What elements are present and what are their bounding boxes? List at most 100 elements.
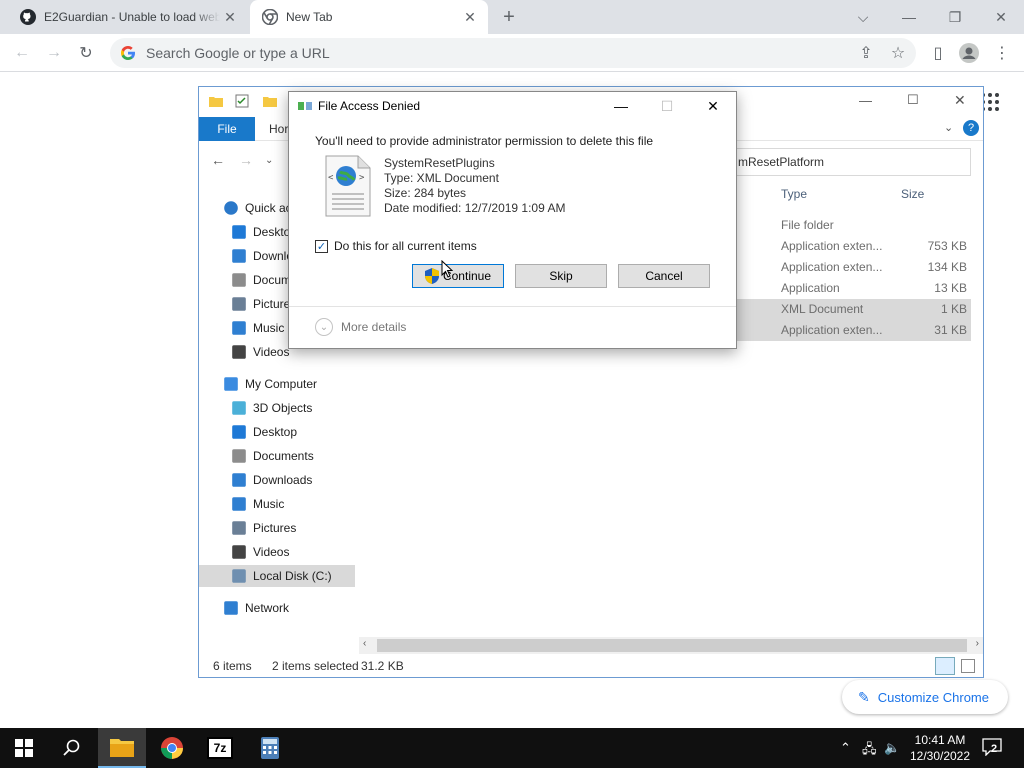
taskbar-7zip[interactable]: 7z [196, 728, 244, 768]
apply-all-checkbox[interactable]: ✓ Do this for all current items [315, 239, 477, 253]
file-row[interactable]: Application exten... 753 KB [735, 236, 971, 257]
file-size-cell: 13 KB [934, 281, 967, 295]
side-panel-icon[interactable]: ▯ [924, 39, 952, 67]
nav-item-label: Docum [253, 273, 292, 287]
explorer-address-bar[interactable]: mResetPlatform [725, 148, 971, 176]
new-tab-plus-icon[interactable]: + [497, 5, 521, 29]
nav-item-label: Music [253, 497, 285, 511]
file-size-cell: 1 KB [940, 302, 967, 316]
explorer-back-icon[interactable]: ← [211, 152, 225, 168]
nav-item[interactable]: 3D Objects [199, 397, 355, 419]
tab-search-chevron-icon[interactable]: ⌵ [848, 4, 878, 30]
nav-item[interactable]: Documents [199, 445, 355, 467]
properties-icon[interactable] [235, 94, 249, 108]
file-size-cell: 31 KB [934, 323, 967, 337]
customize-chrome-button[interactable]: ✎ Customize Chrome [842, 680, 1008, 714]
google-g-icon [120, 45, 136, 61]
cancel-button[interactable]: Cancel [618, 264, 710, 288]
status-bar: 6 items 2 items selected 31.2 KB [199, 655, 983, 677]
taskbar-chrome[interactable] [148, 728, 196, 768]
network-icon[interactable]: 🖧 [862, 740, 877, 762]
nav-item[interactable]: Pictures [199, 517, 355, 539]
calculator-icon [261, 737, 279, 759]
bookmark-star-icon[interactable]: ☆ [884, 39, 912, 67]
large-icons-view-icon[interactable] [961, 659, 975, 673]
start-button[interactable] [0, 728, 48, 768]
restore-icon[interactable]: ❐ [940, 4, 970, 30]
column-header-type[interactable]: Type [781, 187, 807, 201]
file-row[interactable]: Application 13 KB [735, 278, 971, 299]
profile-avatar-icon[interactable] [955, 39, 983, 67]
file-row[interactable]: File folder [735, 215, 971, 236]
taskbar-file-explorer[interactable] [98, 728, 146, 768]
taskbar-search-button[interactable] [48, 728, 96, 768]
scroll-right-icon[interactable]: › [976, 638, 979, 649]
checkmark-icon[interactable]: ✓ [315, 239, 328, 253]
clock[interactable]: 10:41 AM 12/30/2022 [904, 732, 976, 764]
back-arrow-icon[interactable]: ← [8, 39, 36, 67]
taskbar-calculator[interactable] [246, 728, 294, 768]
file-type-cell: File folder [781, 218, 834, 232]
chrome-menu-icon[interactable]: ⋮ [988, 39, 1016, 67]
documents-icon [232, 273, 246, 287]
nav-item[interactable]: My Computer [199, 373, 355, 395]
ribbon-home-tab[interactable]: Hor [269, 122, 288, 136]
nav-item[interactable]: Desktop [199, 421, 355, 443]
explorer-maximize-icon[interactable]: ☐ [907, 92, 919, 108]
help-icon[interactable]: ? [963, 120, 979, 136]
star-icon [224, 201, 238, 215]
tab-new-tab[interactable]: New Tab ✕ [250, 0, 488, 34]
close-window-icon[interactable]: ✕ [986, 4, 1016, 30]
explorer-forward-icon[interactable]: → [239, 152, 253, 168]
scrollbar-thumb[interactable] [377, 639, 967, 652]
horizontal-scrollbar[interactable]: ‹ › [359, 637, 983, 654]
nav-item-label: My Computer [245, 377, 318, 391]
nav-item-label: Music [253, 321, 285, 335]
nav-item[interactable]: Network [199, 597, 355, 619]
nav-item[interactable]: Downloads [199, 469, 355, 491]
nav-item[interactable]: Local Disk (C:) [199, 565, 355, 587]
selected-count: 2 items selected [272, 659, 359, 673]
close-tab-icon[interactable]: ✕ [460, 7, 480, 27]
clock-time: 10:41 AM [914, 733, 966, 747]
file-row[interactable]: Application exten... 134 KB [735, 257, 971, 278]
nav-item-label: Videos [253, 345, 290, 359]
close-tab-icon[interactable]: ✕ [220, 7, 240, 27]
more-details-toggle[interactable]: ⌄ More details [315, 318, 406, 336]
explorer-close-icon[interactable]: ✕ [954, 92, 966, 109]
mouse-cursor-icon [441, 260, 453, 278]
minimize-icon[interactable]: — [894, 4, 924, 30]
ribbon-expand-chevron-icon[interactable]: ⌄ [944, 121, 953, 134]
file-row[interactable]: Application exten... 31 KB [735, 320, 971, 341]
column-header-size[interactable]: Size [901, 187, 924, 201]
download-icon [232, 249, 246, 263]
github-icon [20, 9, 36, 25]
continue-button[interactable]: Continue [412, 264, 504, 288]
computer-icon [224, 377, 238, 391]
scroll-left-icon[interactable]: ‹ [363, 638, 366, 649]
ribbon-file-tab[interactable]: File [199, 117, 255, 141]
dialog-minimize-icon[interactable]: — [601, 94, 641, 118]
share-icon[interactable]: ⇪ [852, 39, 880, 67]
show-hidden-icons-chevron-icon[interactable]: ⌃ [840, 740, 851, 756]
tab-e2guardian[interactable]: E2Guardian - Unable to load web page ✕ [8, 0, 248, 34]
action-center-button[interactable]: 2 [982, 738, 1006, 758]
volume-icon[interactable]: 🔈 [884, 740, 900, 756]
file-type-cell: Application exten... [781, 239, 883, 253]
apply-all-label: Do this for all current items [334, 239, 477, 253]
new-folder-icon[interactable] [263, 94, 277, 108]
omnibox[interactable]: Search Google or type a URL [110, 38, 916, 68]
nav-item[interactable]: Music [199, 493, 355, 515]
file-name: SystemResetPlugins [384, 156, 495, 170]
explorer-minimize-icon[interactable]: — [859, 93, 872, 108]
reload-icon[interactable]: ↻ [72, 39, 100, 67]
recent-locations-icon[interactable]: ⌄ [265, 155, 273, 166]
details-view-icon[interactable] [935, 657, 955, 675]
dialog-title-bar: File Access Denied — ☐ ✕ [289, 92, 736, 120]
nav-item[interactable]: Videos [199, 541, 355, 563]
file-type-cell: Application exten... [781, 260, 883, 274]
dialog-close-icon[interactable]: ✕ [693, 94, 733, 118]
forward-arrow-icon[interactable]: → [40, 39, 68, 67]
skip-button[interactable]: Skip [515, 264, 607, 288]
file-row[interactable]: XML Document 1 KB [735, 299, 971, 320]
